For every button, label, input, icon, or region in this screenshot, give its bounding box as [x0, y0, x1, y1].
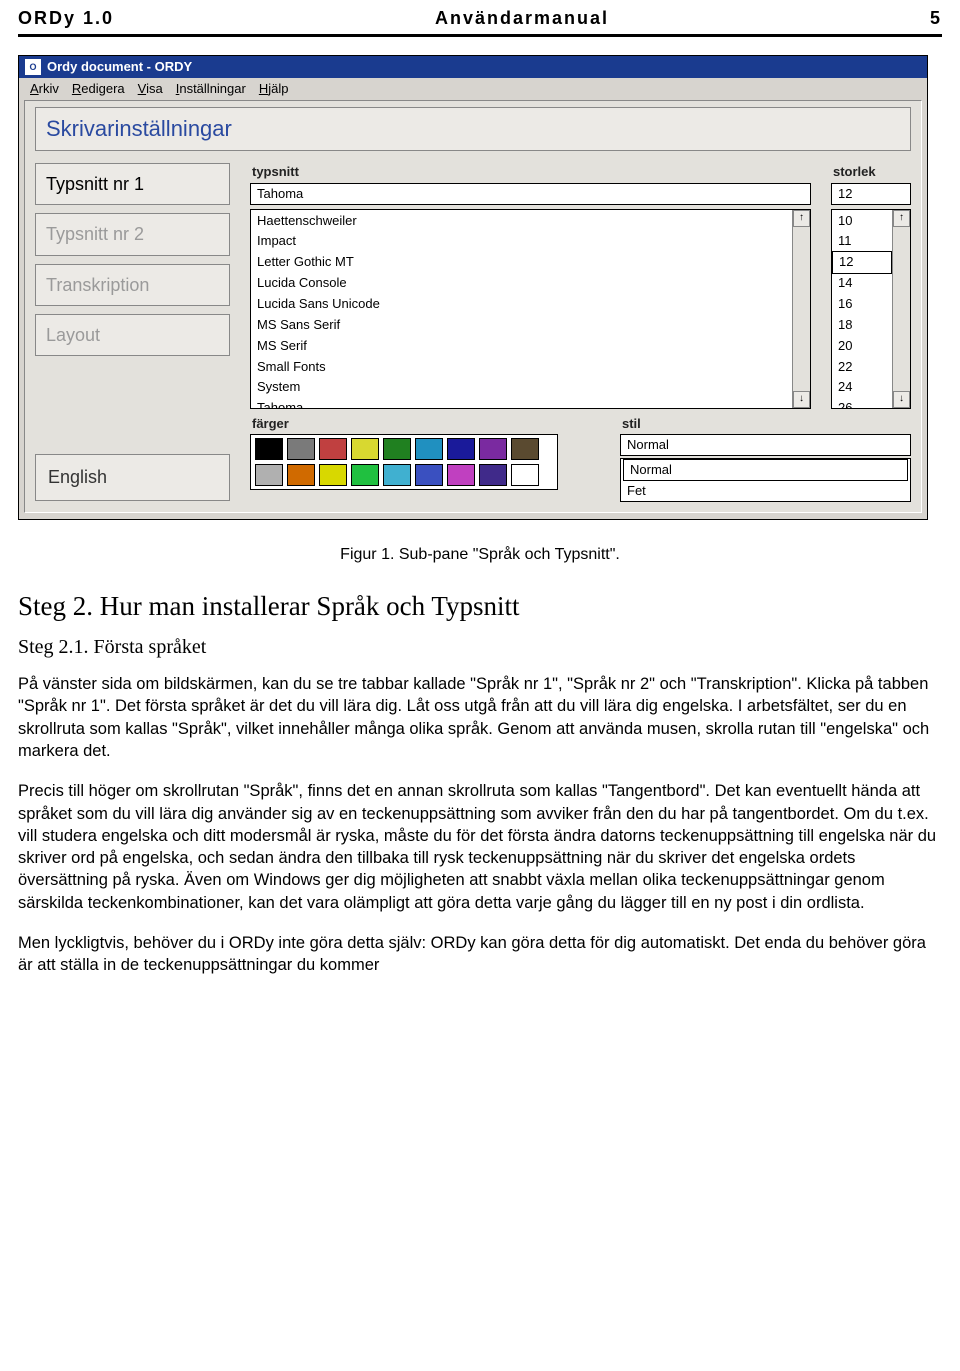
- menu-redigera[interactable]: Redigera: [67, 80, 130, 98]
- size-option[interactable]: 26: [832, 398, 892, 407]
- color-swatch[interactable]: [287, 464, 315, 486]
- font-option[interactable]: Lucida Sans Unicode: [251, 294, 792, 315]
- color-swatch[interactable]: [255, 464, 283, 486]
- color-swatch[interactable]: [479, 464, 507, 486]
- screenshot-window: O Ordy document - ORDY Arkiv Redigera Vi…: [18, 55, 928, 520]
- size-option[interactable]: 12: [832, 251, 892, 274]
- color-swatch[interactable]: [447, 438, 475, 460]
- color-swatch[interactable]: [255, 438, 283, 460]
- stil-listbox[interactable]: NormalFet: [620, 458, 911, 502]
- color-swatch[interactable]: [511, 438, 539, 460]
- size-option[interactable]: 10: [832, 211, 892, 232]
- color-swatch[interactable]: [479, 438, 507, 460]
- menu-arkiv[interactable]: Arkiv: [25, 80, 64, 98]
- label-farger: färger: [252, 415, 600, 433]
- header-left: ORDy 1.0: [18, 6, 114, 30]
- menu-installningar[interactable]: Inställningar: [171, 80, 251, 98]
- size-option[interactable]: 11: [832, 231, 892, 252]
- color-swatch[interactable]: [415, 464, 443, 486]
- page-header: ORDy 1.0 Användarmanual 5: [18, 0, 942, 32]
- size-option[interactable]: 14: [832, 273, 892, 294]
- menu-visa[interactable]: Visa: [133, 80, 168, 98]
- scroll-up-icon[interactable]: ↑: [793, 210, 810, 227]
- color-swatch[interactable]: [319, 464, 347, 486]
- size-option[interactable]: 20: [832, 336, 892, 357]
- client-area: Skrivarinställningar Typsnitt nr 1 Typsn…: [24, 100, 922, 513]
- color-swatch[interactable]: [383, 464, 411, 486]
- stil-option[interactable]: Normal: [623, 459, 908, 481]
- tabs-column: Typsnitt nr 1 Typsnitt nr 2 Transkriptio…: [35, 163, 230, 500]
- size-option[interactable]: 24: [832, 377, 892, 398]
- header-center: Användarmanual: [114, 6, 930, 30]
- color-swatch[interactable]: [319, 438, 347, 460]
- font-input[interactable]: Tahoma: [250, 183, 811, 205]
- size-option[interactable]: 16: [832, 294, 892, 315]
- size-input[interactable]: 12: [831, 183, 911, 205]
- stil-option[interactable]: Fet: [621, 481, 910, 501]
- header-rule: [18, 34, 942, 37]
- color-swatch[interactable]: [383, 438, 411, 460]
- font-option[interactable]: Tahoma: [251, 398, 792, 407]
- font-option[interactable]: Small Fonts: [251, 357, 792, 378]
- stil-input[interactable]: Normal: [620, 434, 911, 456]
- size-option[interactable]: 18: [832, 315, 892, 336]
- window-titlebar: O Ordy document - ORDY: [19, 56, 927, 78]
- size-listbox[interactable]: 10111214161820222426 ↑ ↓: [831, 209, 911, 409]
- label-typsnitt: typsnitt: [252, 163, 811, 181]
- color-swatch[interactable]: [351, 438, 379, 460]
- font-option[interactable]: Impact: [251, 231, 792, 252]
- header-page-number: 5: [930, 6, 942, 30]
- font-option[interactable]: Letter Gothic MT: [251, 252, 792, 273]
- step-2-1-heading: Steg 2.1. Första språket: [18, 634, 942, 661]
- tab-layout[interactable]: Layout: [35, 314, 230, 356]
- app-icon: O: [25, 59, 41, 75]
- paragraph-2: Precis till höger om skrollrutan "Språk"…: [18, 780, 942, 914]
- font-option[interactable]: Haettenschweiler: [251, 211, 792, 232]
- font-option[interactable]: System: [251, 377, 792, 398]
- right-column: typsnitt Tahoma storlek 12 Haettenschwei…: [250, 163, 911, 502]
- menu-hjalp[interactable]: Hjälp: [254, 80, 294, 98]
- color-swatch[interactable]: [447, 464, 475, 486]
- tab-typsnitt-2[interactable]: Typsnitt nr 2: [35, 213, 230, 255]
- scroll-up-icon[interactable]: ↑: [893, 210, 910, 227]
- color-swatch[interactable]: [415, 438, 443, 460]
- paragraph-1: På vänster sida om bildskärmen, kan du s…: [18, 673, 942, 762]
- step-2-heading: Steg 2. Hur man installerar Språk och Ty…: [18, 588, 942, 624]
- panel-title: Skrivarinställningar: [35, 107, 911, 151]
- font-listbox[interactable]: HaettenschweilerImpactLetter Gothic MTLu…: [250, 209, 811, 409]
- color-swatch[interactable]: [351, 464, 379, 486]
- font-option[interactable]: MS Serif: [251, 336, 792, 357]
- color-swatch[interactable]: [511, 464, 539, 486]
- font-option[interactable]: Lucida Console: [251, 273, 792, 294]
- tab-typsnitt-1[interactable]: Typsnitt nr 1: [35, 163, 230, 205]
- color-swatches: [250, 434, 558, 490]
- tab-transkription[interactable]: Transkription: [35, 264, 230, 306]
- label-stil: stil: [622, 415, 911, 433]
- scroll-down-icon[interactable]: ↓: [793, 391, 810, 408]
- scroll-down-icon[interactable]: ↓: [893, 391, 910, 408]
- label-storlek: storlek: [833, 163, 911, 181]
- figure-caption: Figur 1. Sub-pane "Språk och Typsnitt".: [18, 544, 942, 566]
- size-scrollbar[interactable]: ↑ ↓: [892, 210, 910, 408]
- window-title: Ordy document - ORDY: [47, 58, 192, 76]
- paragraph-3: Men lyckligtvis, behöver du i ORDy inte …: [18, 932, 942, 977]
- font-scrollbar[interactable]: ↑ ↓: [792, 210, 810, 408]
- color-swatch[interactable]: [287, 438, 315, 460]
- english-button[interactable]: English: [35, 454, 230, 500]
- font-option[interactable]: MS Sans Serif: [251, 315, 792, 336]
- size-option[interactable]: 22: [832, 357, 892, 378]
- menubar: Arkiv Redigera Visa Inställningar Hjälp: [19, 78, 927, 101]
